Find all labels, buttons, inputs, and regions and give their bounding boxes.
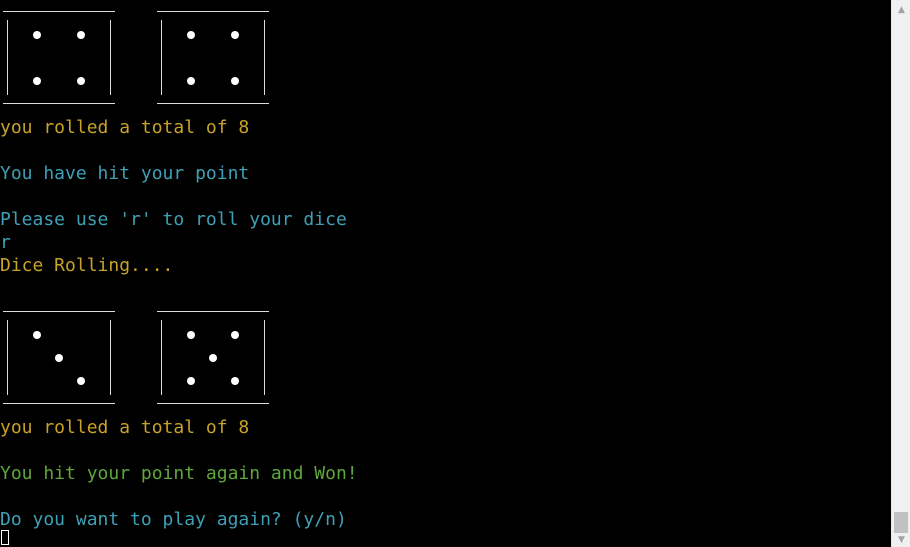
roll-prompt: Please use 'r' to roll your dice (0, 209, 347, 230)
vertical-scrollbar[interactable]: ▲ ▼ (891, 0, 910, 547)
die-2-first-roll (157, 11, 269, 104)
die-pip (187, 77, 195, 85)
die-pip (33, 331, 41, 339)
die-pip (33, 31, 41, 39)
die-pip (231, 77, 239, 85)
die-pip (187, 377, 195, 385)
die-pip (77, 77, 85, 85)
first-roll-total: you rolled a total of 8 (0, 117, 250, 138)
die-2-second-roll (157, 311, 269, 404)
die-pip (77, 31, 85, 39)
die-1-first-roll (3, 11, 115, 104)
die-pip (187, 31, 195, 39)
scrollbar-thumb[interactable] (894, 512, 908, 533)
die-pip (55, 354, 63, 362)
die-pip (33, 77, 41, 85)
second-roll-total: you rolled a total of 8 (0, 417, 250, 438)
terminal-output[interactable]: you rolled a total of 8 You have hit you… (0, 0, 891, 547)
console-window: you rolled a total of 8 You have hit you… (0, 0, 910, 547)
die-pip (231, 377, 239, 385)
die-pip (231, 31, 239, 39)
die-pip (209, 354, 217, 362)
die-pip (187, 331, 195, 339)
win-message: You hit your point again and Won! (0, 463, 358, 484)
point-message: You have hit your point (0, 163, 250, 184)
user-input-echo: r (0, 232, 11, 253)
text-cursor[interactable] (1, 530, 9, 545)
triangle-down-icon[interactable]: ▼ (892, 532, 910, 547)
die-pip (77, 377, 85, 385)
play-again-prompt: Do you want to play again? (y/n) (0, 509, 347, 530)
rolling-message: Dice Rolling.... (0, 255, 174, 276)
die-pip (231, 331, 239, 339)
triangle-up-icon[interactable]: ▲ (892, 2, 910, 19)
die-1-second-roll (3, 311, 115, 404)
